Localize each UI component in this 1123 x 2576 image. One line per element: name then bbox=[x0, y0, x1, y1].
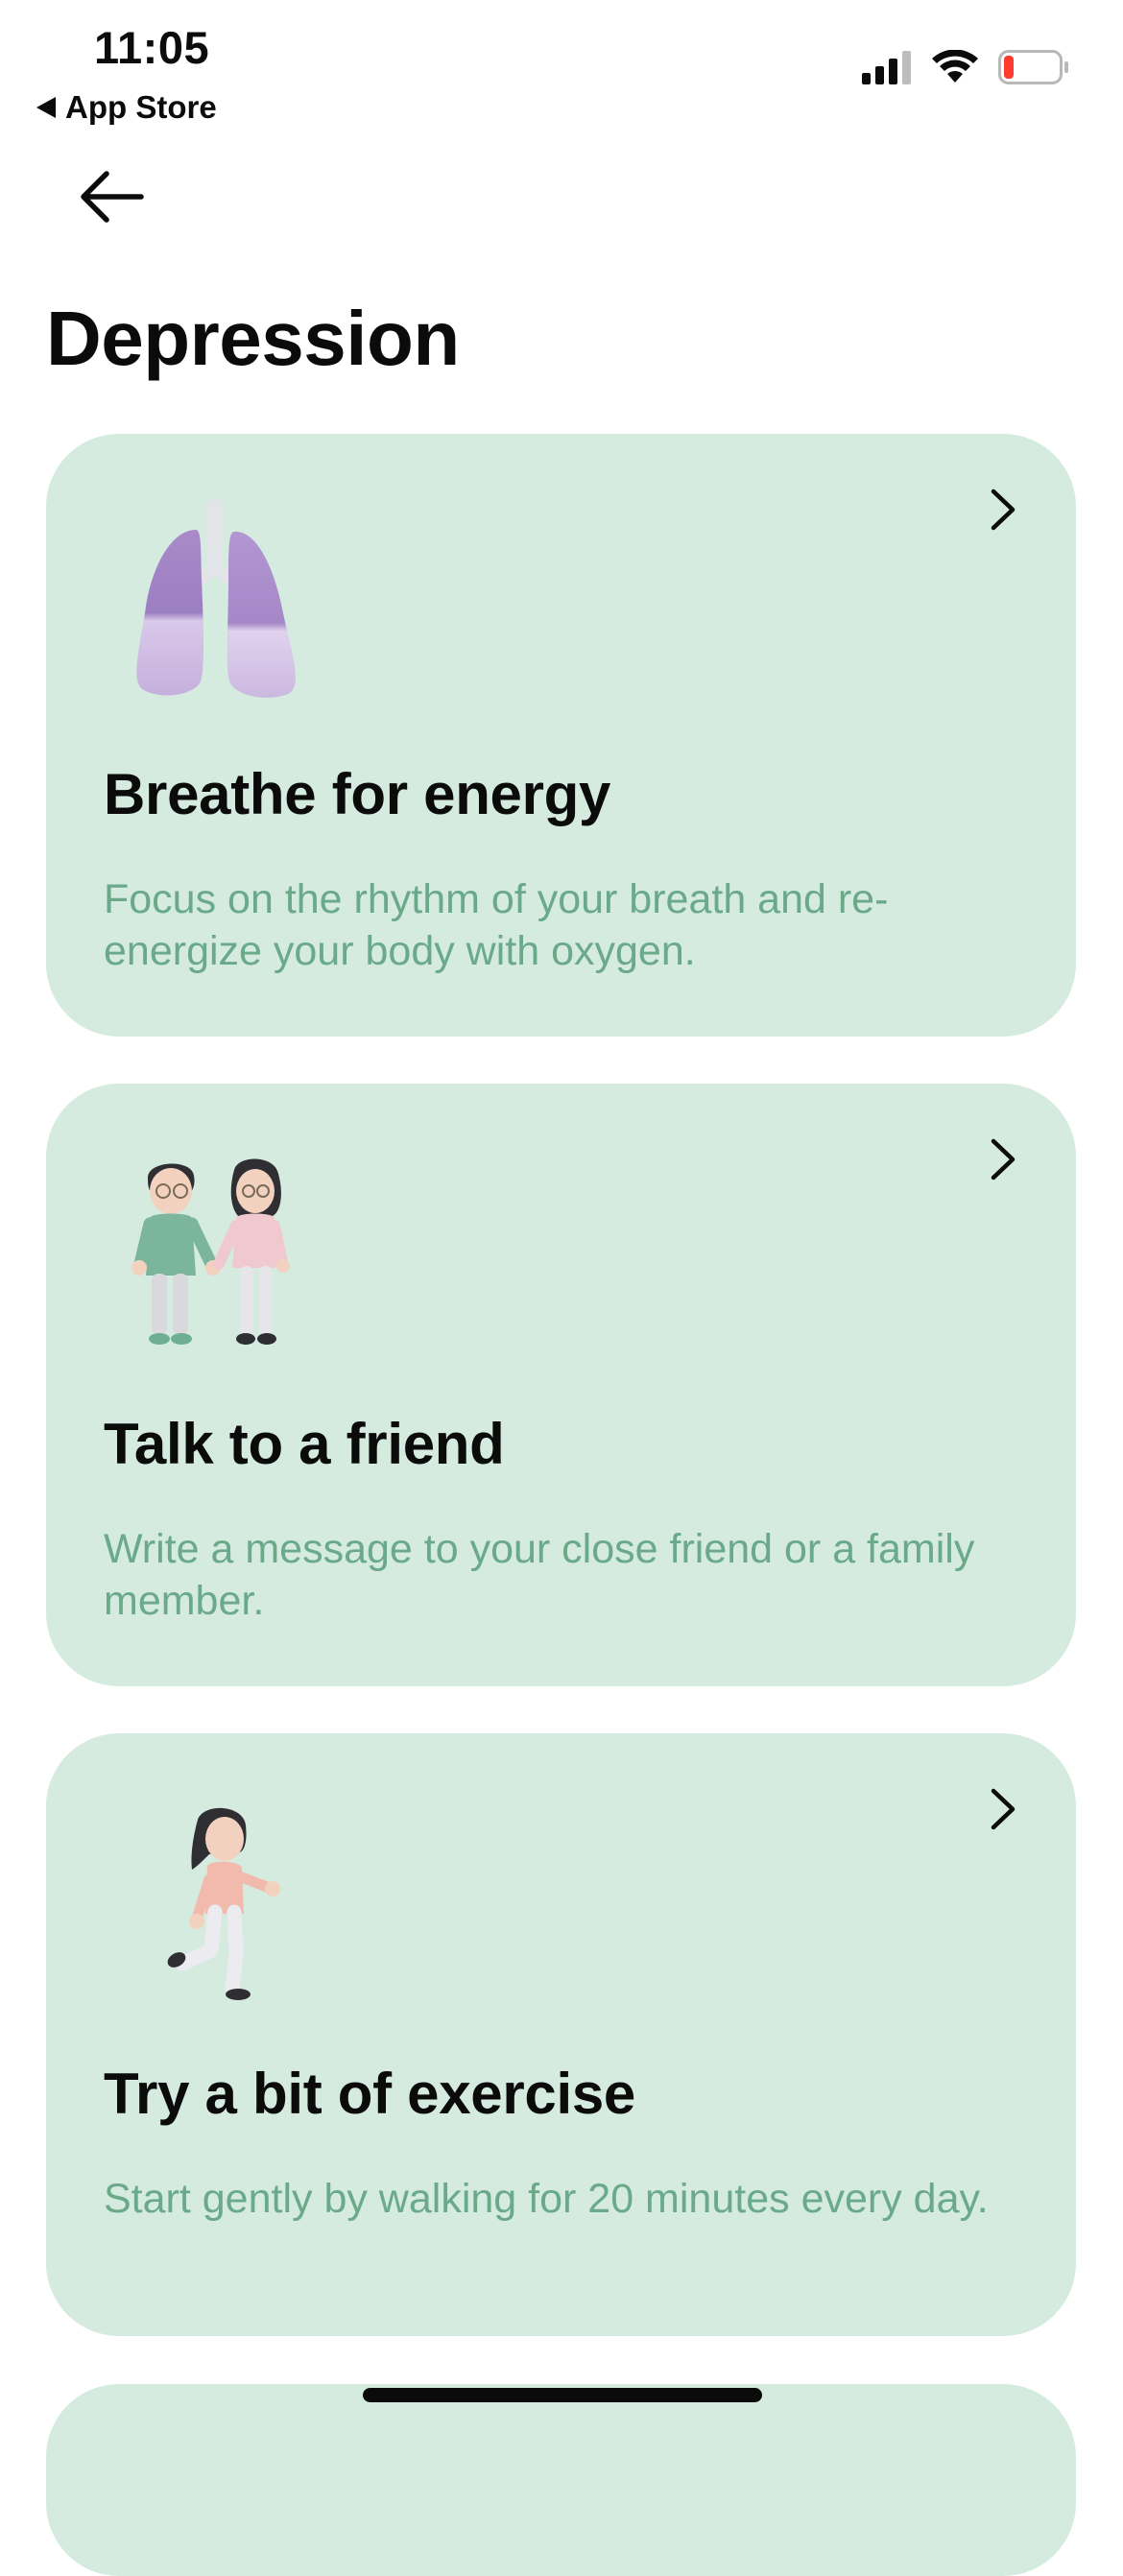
page-title: Depression bbox=[46, 296, 460, 381]
girl-running-illustration bbox=[167, 1807, 280, 2000]
battery-low-icon bbox=[998, 50, 1068, 84]
chevron-right-icon bbox=[991, 1138, 1015, 1181]
card-try-a-bit-of-exercise[interactable]: Try a bit of exercise Start gently by wa… bbox=[46, 1733, 1076, 2336]
card-title: Try a bit of exercise bbox=[104, 2062, 635, 2126]
chevron-right-icon bbox=[991, 1788, 1015, 1830]
arrow-left-icon bbox=[81, 171, 144, 223]
status-icons bbox=[862, 50, 1069, 84]
wifi-icon bbox=[932, 50, 978, 83]
card-title: Breathe for energy bbox=[104, 762, 611, 826]
card-description: Write a message to your close friend or … bbox=[104, 1526, 975, 1624]
chevron-right-icon bbox=[991, 489, 1015, 531]
card-partially-visible[interactable] bbox=[46, 2384, 1076, 2576]
card-title: Talk to a friend bbox=[104, 1412, 505, 1476]
back-triangle-icon bbox=[36, 97, 56, 118]
card-description: Focus on the rhythm of your breath and r… bbox=[104, 876, 889, 974]
card-talk-to-a-friend[interactable]: Talk to a friend Write a message to your… bbox=[46, 1084, 1076, 1686]
back-to-app-store-link[interactable]: App Store bbox=[36, 88, 217, 127]
back-to-app-label: App Store bbox=[65, 89, 217, 125]
card-description: Start gently by walking for 20 minutes e… bbox=[104, 2176, 989, 2222]
back-button[interactable] bbox=[75, 165, 148, 228]
card-breathe-for-energy[interactable]: Breathe for energy Focus on the rhythm o… bbox=[46, 434, 1076, 1037]
home-indicator[interactable] bbox=[363, 2388, 762, 2402]
cellular-signal-icon bbox=[862, 51, 911, 84]
status-time: 11:05 bbox=[94, 22, 210, 73]
two-friends-holding-hands-illustration bbox=[131, 1158, 290, 1345]
lungs-illustration bbox=[136, 499, 296, 698]
